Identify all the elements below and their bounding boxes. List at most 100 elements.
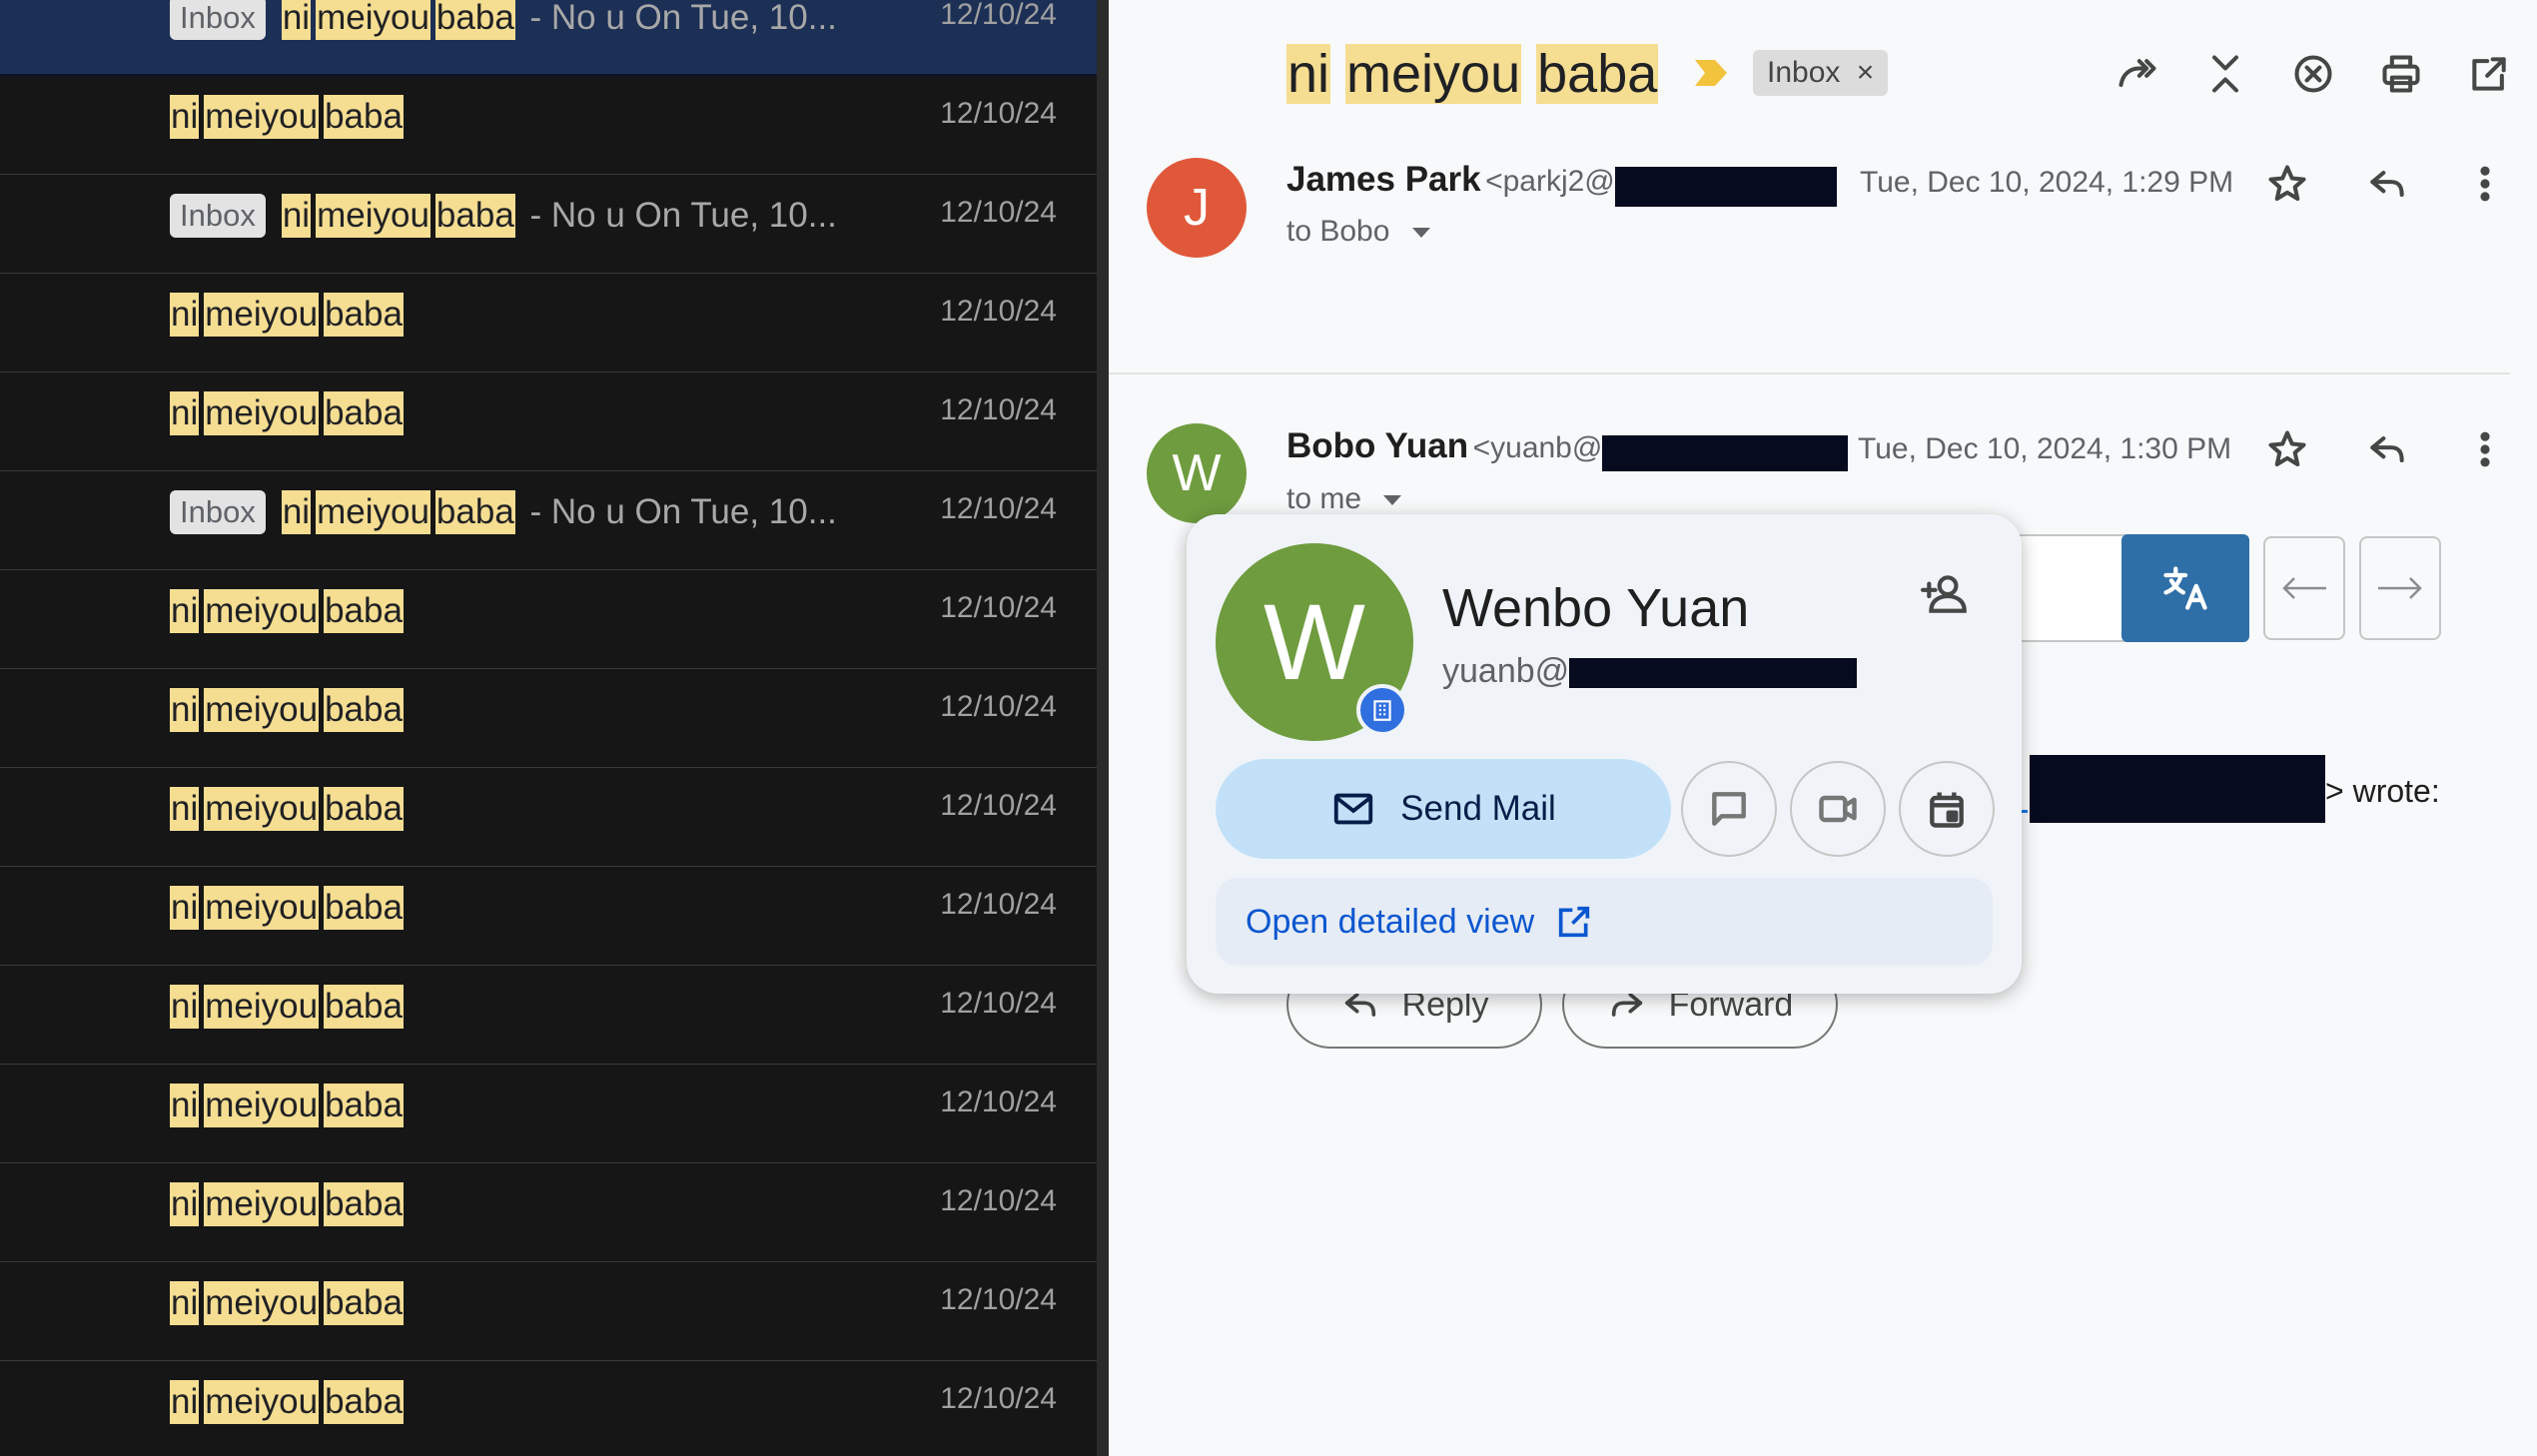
video-call-button[interactable] (1790, 761, 1886, 857)
email-list-row[interactable]: ni meiyou baba 12/10/24 (0, 1164, 1097, 1262)
subject-word: meiyou (316, 490, 430, 534)
row-date: 12/10/24 (940, 492, 1057, 525)
subject-word: meiyou (316, 0, 430, 40)
next-language-button[interactable] (2359, 536, 2441, 640)
subject-word: meiyou (204, 95, 320, 139)
chat-icon (1712, 792, 1746, 826)
subject-word: ni (170, 886, 200, 930)
reply-icon[interactable] (2359, 421, 2415, 477)
email-list-row[interactable]: ni meiyou baba 12/10/24 (0, 1263, 1097, 1361)
subject-word: ni (170, 787, 200, 831)
contact-email: yuanb@ (1442, 652, 1858, 691)
collapse-icon[interactable] (2197, 46, 2253, 102)
subject-word: meiyou (204, 688, 320, 732)
email-list-row[interactable]: ni meiyou baba 12/10/24 (0, 373, 1097, 471)
row-subject: Inbox ni meiyou baba - No u On Tue, 10... (170, 194, 837, 238)
star-icon[interactable] (2259, 156, 2315, 212)
row-subject: ni meiyou baba (170, 391, 409, 435)
email-list-row[interactable]: ni meiyou baba 12/10/24 (0, 571, 1097, 669)
open-in-new-window-icon[interactable] (2461, 46, 2517, 102)
send-mail-label: Send Mail (1400, 789, 1556, 828)
sender-email: <parkj2@ (1485, 165, 1615, 198)
subject-word: ni (281, 490, 312, 534)
importance-marker-icon[interactable] (1693, 58, 1729, 88)
email-list-row[interactable]: Inbox ni meiyou baba - No u On Tue, 10... 12… (0, 0, 1097, 76)
subject-word: baba (324, 1084, 404, 1127)
subject-word: baba (1536, 44, 1659, 104)
email-list-row[interactable]: ni meiyou baba 12/10/24 (0, 769, 1097, 867)
subject-word: meiyou (204, 886, 320, 930)
recipient-text: to Bobo (1286, 215, 1390, 248)
row-subject: ni meiyou baba (170, 688, 409, 732)
message-sender[interactable]: Bobo Yuan <yuanb@ (1286, 426, 1849, 471)
email-list: Inbox ni meiyou baba - No u On Tue, 10... 12… (0, 0, 1097, 1456)
recipient-toggle[interactable]: to Bobo (1286, 215, 1430, 249)
row-snippet: - No u On Tue, 10... (519, 492, 837, 531)
star-icon[interactable] (2259, 421, 2315, 477)
subject-word: meiyou (204, 985, 320, 1029)
subject-word: ni (1286, 44, 1331, 104)
subject-word: meiyou (1345, 44, 1522, 104)
email-list-row[interactable]: ni meiyou baba 12/10/24 (0, 1362, 1097, 1456)
subject-word: ni (170, 688, 200, 732)
subject-word: ni (170, 1380, 200, 1424)
row-date: 12/10/24 (940, 987, 1057, 1020)
cancel-icon[interactable] (2285, 46, 2341, 102)
subject-word: ni (170, 1281, 200, 1325)
more-options-icon[interactable] (2457, 156, 2513, 212)
contact-hover-card: W Wenbo Yuan yuanb@ Send Mail Open detai… (1187, 514, 2022, 994)
email-list-row[interactable]: ni meiyou baba 12/10/24 (0, 967, 1097, 1065)
row-date: 12/10/24 (940, 393, 1057, 426)
previous-language-button[interactable] (2263, 536, 2345, 640)
remove-label-icon[interactable]: × (1857, 56, 1875, 89)
redaction-block (1614, 166, 1837, 207)
subject-word: baba (324, 886, 404, 930)
quote-attribution: > wrote: (2325, 773, 2440, 809)
inbox-label-chip: Inbox (170, 194, 266, 238)
send-mail-button[interactable]: Send Mail (1216, 759, 1671, 859)
message-sender[interactable]: James Park <parkj2@ (1286, 160, 1837, 207)
message-timestamp: Tue, Dec 10, 2024, 1:29 PM (1860, 166, 2234, 199)
open-detailed-view-label: Open detailed view (1246, 902, 1535, 941)
email-list-row[interactable]: Inbox ni meiyou baba - No u On Tue, 10... 12… (0, 472, 1097, 570)
subject-word: meiyou (204, 589, 320, 633)
row-date: 12/10/24 (940, 0, 1057, 31)
subject-word: ni (170, 95, 200, 139)
caret-down-icon (1411, 228, 1430, 239)
redaction-block (1569, 658, 1858, 689)
reply-icon[interactable] (2359, 156, 2415, 212)
email-list-row[interactable]: ni meiyou baba 12/10/24 (0, 77, 1097, 175)
email-list-row[interactable]: ni meiyou baba 12/10/24 (0, 670, 1097, 768)
recipient-text: to me (1286, 482, 1362, 515)
email-list-row[interactable]: ni meiyou baba 12/10/24 (0, 868, 1097, 966)
message-timestamp: Tue, Dec 10, 2024, 1:30 PM (1858, 432, 2232, 465)
row-date: 12/10/24 (940, 789, 1057, 822)
email-list-row[interactable]: Inbox ni meiyou baba - No u On Tue, 10... 12… (0, 176, 1097, 274)
subject-word: baba (434, 194, 515, 238)
pane-divider[interactable] (1097, 0, 1109, 1456)
subject-word: meiyou (204, 1281, 320, 1325)
forward-all-icon[interactable] (2110, 46, 2165, 102)
more-options-icon[interactable] (2457, 421, 2513, 477)
arrow-left-icon (2282, 577, 2326, 599)
subject-word: ni (170, 1182, 200, 1226)
sender-avatar[interactable]: W (1147, 423, 1247, 523)
email-list-row[interactable]: ni meiyou baba 12/10/24 (0, 275, 1097, 372)
email-list-row[interactable]: ni meiyou baba 12/10/24 (0, 1066, 1097, 1163)
open-in-new-icon (1559, 906, 1590, 938)
subject-word: baba (324, 589, 404, 633)
subject-word: meiyou (204, 391, 320, 435)
translate-button[interactable] (2121, 534, 2249, 642)
schedule-event-button[interactable] (1899, 761, 1995, 857)
row-subject: Inbox ni meiyou baba - No u On Tue, 10... (170, 0, 837, 40)
open-detailed-view-link[interactable]: Open detailed view (1216, 878, 1993, 966)
chat-button[interactable] (1681, 761, 1777, 857)
add-contact-icon[interactable] (1916, 564, 1976, 624)
subject-word: baba (324, 688, 404, 732)
sender-avatar[interactable]: J (1147, 158, 1247, 258)
row-subject: ni meiyou baba (170, 589, 409, 633)
print-icon[interactable] (2373, 46, 2429, 102)
subject-word: baba (434, 490, 515, 534)
row-subject: Inbox ni meiyou baba - No u On Tue, 10... (170, 490, 837, 534)
recipient-toggle[interactable]: to me (1286, 482, 1402, 516)
